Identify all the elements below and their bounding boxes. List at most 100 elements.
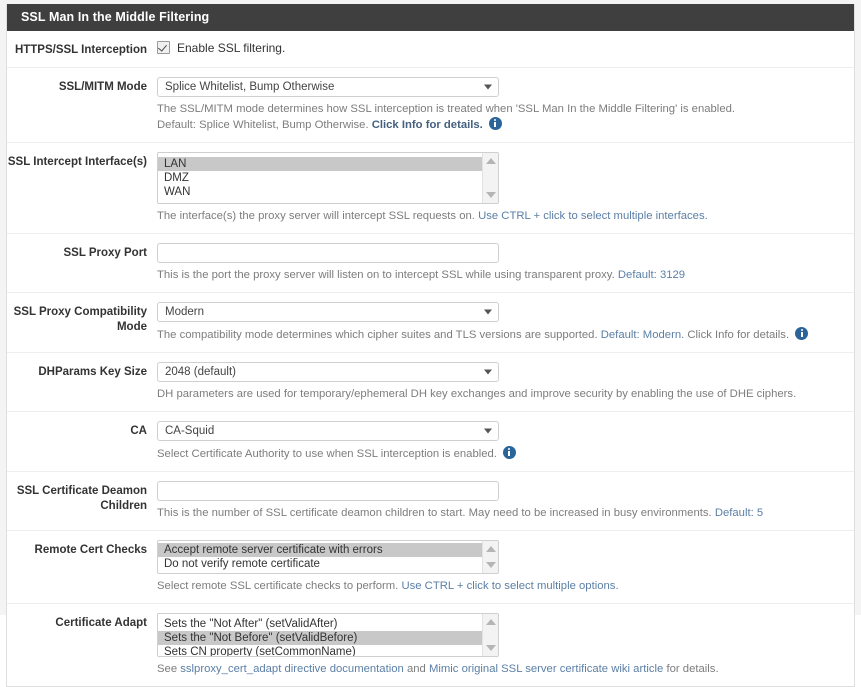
enable-ssl-filtering-checkbox[interactable] xyxy=(157,41,170,54)
label-remote-cert-checks: Remote Cert Checks xyxy=(34,543,147,556)
certificate-adapt-listbox[interactable]: Sets the "Not After" (setValidAfter) Set… xyxy=(157,612,499,657)
enable-ssl-filtering-row[interactable]: Enable SSL filtering. xyxy=(157,40,854,55)
list-item[interactable]: WAN xyxy=(158,185,498,199)
scroll-down-icon[interactable] xyxy=(485,561,496,568)
click-info-for-details-link[interactable]: Click Info for details. xyxy=(372,119,483,131)
control-ssl-proxy-compatibility-mode: Modern The compatibility mode determines… xyxy=(147,301,854,343)
help-ssl-mitm-mode-line2: Default: Splice Whitelist, Bump Otherwis… xyxy=(157,116,854,133)
control-remote-cert-checks: Accept remote server certificate with er… xyxy=(147,539,854,594)
label-certificate-adapt: Certificate Adapt xyxy=(55,616,147,629)
help-ssl-intercept-interfaces: The interface(s) the proxy server will i… xyxy=(157,209,854,224)
help-ssl-proxy-compatibility-mode: The compatibility mode determines which … xyxy=(157,326,854,343)
certificate-adapt-options: Sets the "Not After" (setValidAfter) Set… xyxy=(158,614,498,656)
ssl-mitm-mode-value: Splice Whitelist, Bump Otherwise xyxy=(165,80,335,93)
help-cert-daemon-children-text: This is the number of SSL certificate de… xyxy=(157,506,715,519)
row-ssl-proxy-compatibility-mode: SSL Proxy Compatibility Mode Modern The … xyxy=(7,293,854,353)
control-certificate-adapt: Sets the "Not After" (setValidAfter) Set… xyxy=(147,612,854,677)
help-dhparams-key-size: DH parameters are used for temporary/eph… xyxy=(157,387,797,400)
row-https-ssl-interception: HTTPS/SSL Interception Enable SSL filter… xyxy=(7,31,854,68)
list-item[interactable]: LAN xyxy=(158,156,498,171)
row-certificate-adapt: Certificate Adapt Sets the "Not After" (… xyxy=(7,604,854,686)
control-https-ssl-interception: Enable SSL filtering. xyxy=(147,40,854,55)
help-ssl-intercept-interfaces-text: The interface(s) the proxy server will i… xyxy=(157,209,479,222)
mimic-original-ssl-cert-wiki-link[interactable]: Mimic original SSL server certificate wi… xyxy=(429,663,663,675)
remote-cert-checks-listbox[interactable]: Accept remote server certificate with er… xyxy=(157,539,499,574)
page-root: SSL Man In the Middle Filtering HTTPS/SS… xyxy=(0,0,861,687)
ssl-proxy-port-default-link[interactable]: Default: 3129 xyxy=(618,269,685,281)
scroll-down-icon[interactable] xyxy=(485,191,496,198)
ssl-intercept-interfaces-options: LAN DMZ WAN xyxy=(158,153,498,199)
help-remote-cert-checks: Select remote SSL certificate checks to … xyxy=(157,579,854,594)
enable-ssl-filtering-label: Enable SSL filtering. xyxy=(177,40,286,55)
ctrl-click-interfaces-link[interactable]: Use CTRL + click to select multiple inte… xyxy=(478,210,708,222)
list-item[interactable]: Sets CN property (setCommonName) xyxy=(158,645,498,656)
help-ssl-mitm-mode-line1: The SSL/MITM mode determines how SSL int… xyxy=(157,102,736,115)
label-ssl-mitm-mode: SSL/MITM Mode xyxy=(58,80,147,93)
list-item[interactable]: Do not verify remote certificate xyxy=(158,557,498,571)
ssl-intercept-interfaces-listbox[interactable]: LAN DMZ WAN xyxy=(157,151,499,204)
help-ca-text: Select Certificate Authority to use when… xyxy=(157,447,497,460)
info-icon[interactable] xyxy=(488,116,502,130)
help-certificate-adapt-text-1: See xyxy=(157,662,181,675)
remote-cert-checks-options: Accept remote server certificate with er… xyxy=(158,541,498,571)
control-ca: CA-Squid Select Certificate Authority to… xyxy=(147,420,854,462)
ca-select[interactable]: CA-Squid xyxy=(157,420,499,441)
info-icon[interactable] xyxy=(795,326,809,340)
list-item[interactable]: Sets the "Not After" (setValidAfter) xyxy=(158,617,498,631)
help-ca: Select Certificate Authority to use when… xyxy=(157,445,854,462)
control-dhparams-key-size: 2048 (default) DH parameters are used fo… xyxy=(147,361,854,402)
compat-mode-default-link[interactable]: Default: Modern. xyxy=(601,329,685,341)
info-icon[interactable] xyxy=(502,445,516,459)
listbox-scrollbar[interactable] xyxy=(482,152,498,203)
panel-title: SSL Man In the Middle Filtering xyxy=(7,4,854,31)
row-dhparams-key-size: DHParams Key Size 2048 (default) DH para… xyxy=(7,353,854,412)
cert-daemon-children-default-link[interactable]: Default: 5 xyxy=(715,507,763,519)
help-remote-cert-checks-text: Select remote SSL certificate checks to … xyxy=(157,579,402,592)
scroll-up-icon[interactable] xyxy=(485,545,496,552)
scroll-up-icon[interactable] xyxy=(485,157,496,164)
control-ssl-certificate-deamon-children: This is the number of SSL certificate de… xyxy=(147,480,854,521)
row-ca: CA CA-Squid Select Certificate Authority… xyxy=(7,412,854,472)
listbox-scrollbar[interactable] xyxy=(482,613,498,656)
help-certificate-adapt: See sslproxy_cert_adapt directive docume… xyxy=(157,662,854,677)
dhparams-key-size-select[interactable]: 2048 (default) xyxy=(157,361,499,382)
row-remote-cert-checks: Remote Cert Checks Accept remote server … xyxy=(7,531,854,604)
ssl-mitm-filtering-panel: SSL Man In the Middle Filtering HTTPS/SS… xyxy=(6,4,855,687)
help-compat-mode-text-1: The compatibility mode determines which … xyxy=(157,328,601,341)
list-item[interactable]: Sets the "Not Before" (setValidBefore) xyxy=(158,630,498,645)
label-ssl-certificate-deamon-children: SSL Certificate Deamon Children xyxy=(16,484,147,512)
ssl-proxy-port-input[interactable] xyxy=(157,242,499,263)
list-item[interactable]: DMZ xyxy=(158,171,498,185)
scroll-up-icon[interactable] xyxy=(485,618,496,625)
help-certificate-adapt-text-3: for details. xyxy=(663,662,719,675)
list-item[interactable]: Accept remote server certificate with er… xyxy=(158,542,498,557)
ctrl-click-options-link[interactable]: Use CTRL + click to select multiple opti… xyxy=(401,580,618,592)
ssl-proxy-compatibility-mode-value: Modern xyxy=(165,305,204,318)
label-https-ssl-interception: HTTPS/SSL Interception xyxy=(14,43,147,56)
sslproxy-cert-adapt-doc-link[interactable]: sslproxy_cert_adapt directive documentat… xyxy=(180,663,404,675)
label-ssl-intercept-interfaces: SSL Intercept Interface(s) xyxy=(7,155,147,168)
chevron-down-icon xyxy=(484,84,492,89)
row-ssl-proxy-port: SSL Proxy Port This is the port the prox… xyxy=(7,234,854,293)
label-dhparams-key-size: DHParams Key Size xyxy=(38,365,147,378)
chevron-down-icon xyxy=(484,309,492,314)
label-ssl-proxy-port: SSL Proxy Port xyxy=(63,246,147,259)
listbox-scrollbar[interactable] xyxy=(482,540,498,573)
help-ssl-mitm-mode-default: Default: Splice Whitelist, Bump Otherwis… xyxy=(157,118,372,131)
row-ssl-certificate-deamon-children: SSL Certificate Deamon Children This is … xyxy=(7,472,854,531)
ssl-certificate-deamon-children-input[interactable] xyxy=(157,480,499,501)
control-ssl-intercept-interfaces: LAN DMZ WAN The interface(s) the proxy s… xyxy=(147,151,854,224)
help-ssl-proxy-port: This is the port the proxy server will l… xyxy=(157,268,854,283)
help-ssl-mitm-mode: The SSL/MITM mode determines how SSL int… xyxy=(157,102,854,133)
chevron-down-icon xyxy=(484,369,492,374)
row-ssl-intercept-interfaces: SSL Intercept Interface(s) LAN DMZ WAN T… xyxy=(7,143,854,234)
control-ssl-proxy-port: This is the port the proxy server will l… xyxy=(147,242,854,283)
control-ssl-mitm-mode: Splice Whitelist, Bump Otherwise The SSL… xyxy=(147,76,854,133)
row-ssl-mitm-mode: SSL/MITM Mode Splice Whitelist, Bump Oth… xyxy=(7,68,854,143)
ca-value: CA-Squid xyxy=(165,424,215,437)
panel-body: HTTPS/SSL Interception Enable SSL filter… xyxy=(7,31,854,686)
chevron-down-icon xyxy=(484,428,492,433)
ssl-proxy-compatibility-mode-select[interactable]: Modern xyxy=(157,301,499,322)
ssl-mitm-mode-select[interactable]: Splice Whitelist, Bump Otherwise xyxy=(157,76,499,97)
scroll-down-icon[interactable] xyxy=(485,644,496,651)
